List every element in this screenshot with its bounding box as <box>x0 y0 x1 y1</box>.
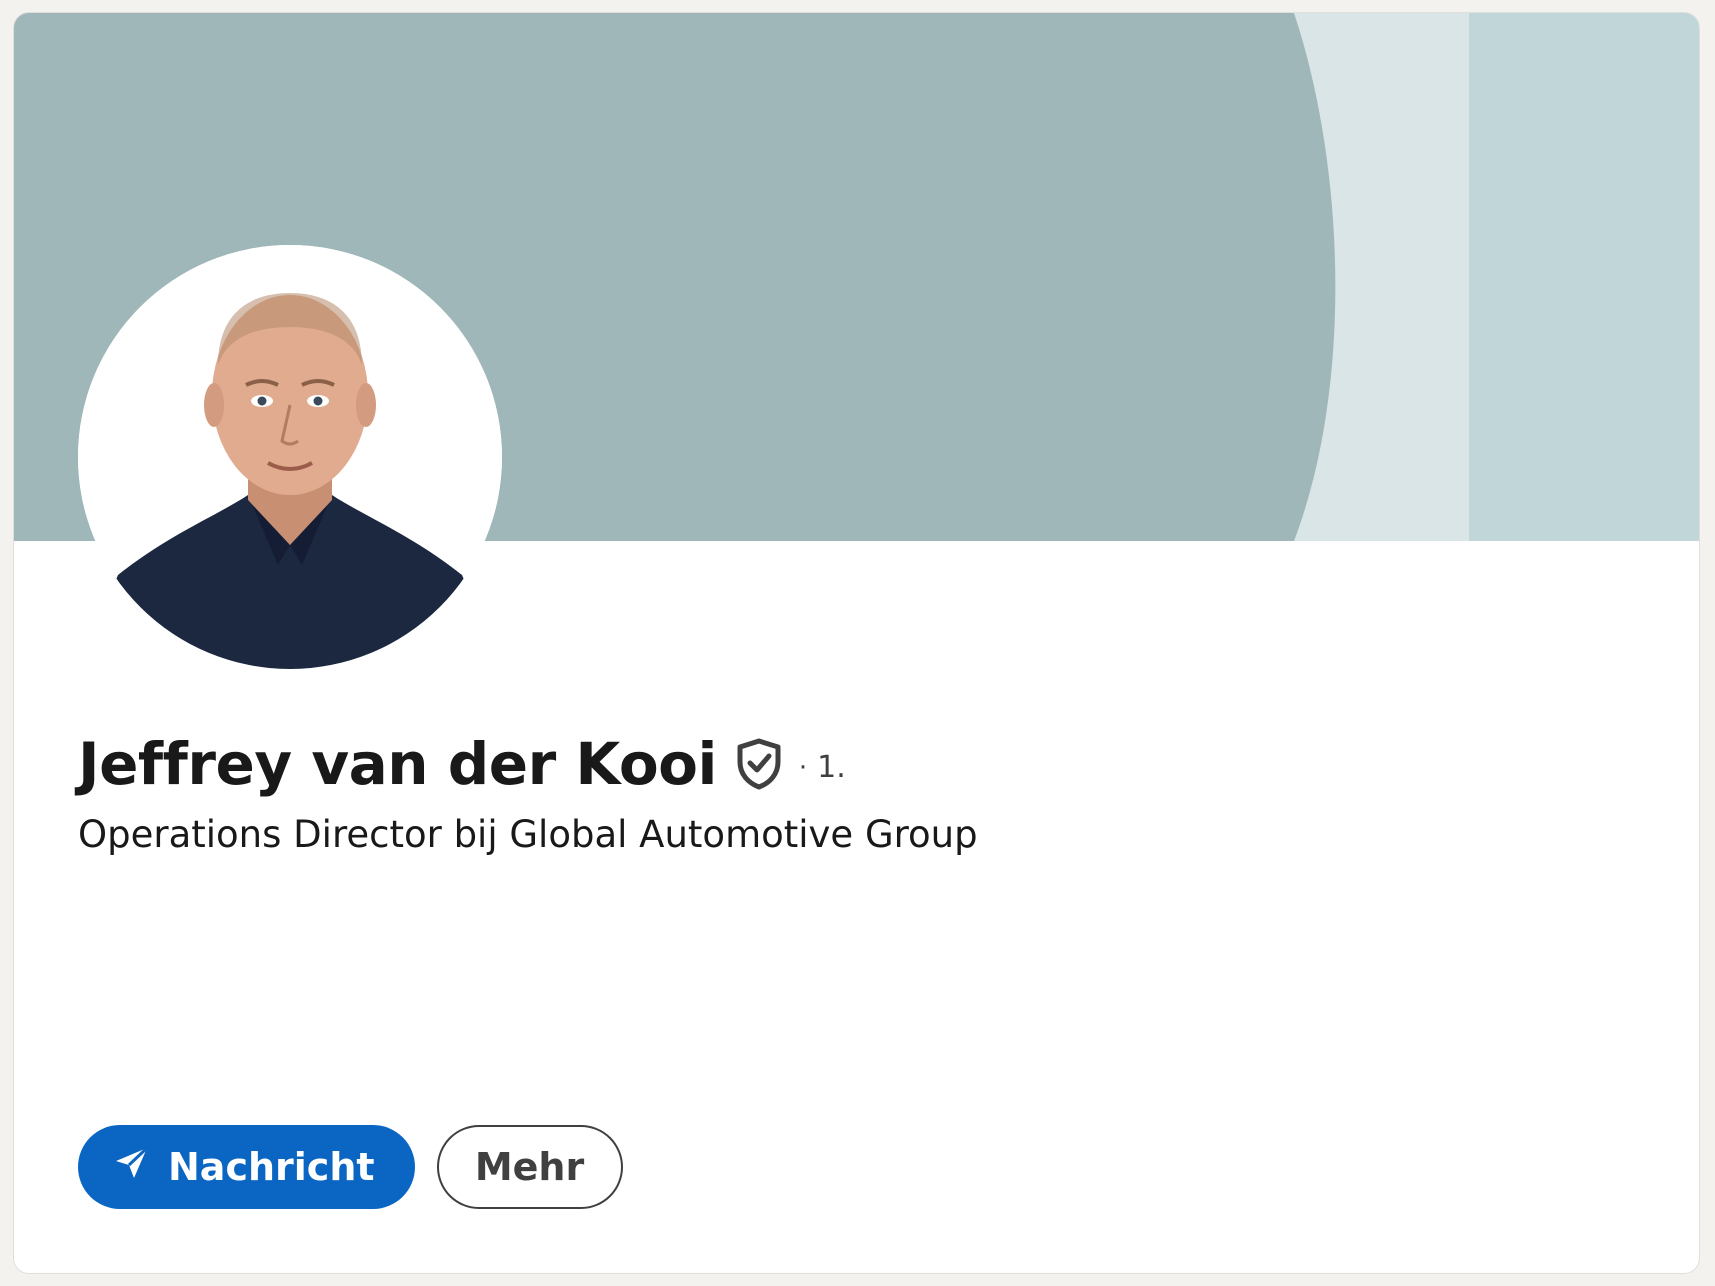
message-button-label: Nachricht <box>168 1145 375 1189</box>
message-button[interactable]: Nachricht <box>78 1125 415 1209</box>
degree-separator: · <box>798 753 808 783</box>
profile-actions: Nachricht Mehr <box>78 1125 623 1209</box>
profile-name-row: Jeffrey van der Kooi · 1. <box>78 735 846 793</box>
profile-card: Jeffrey van der Kooi · 1. Operations Dir… <box>13 12 1700 1274</box>
shield-check-icon[interactable] <box>735 738 783 790</box>
profile-headline: Operations Director bij Global Automotiv… <box>78 813 978 856</box>
connection-degree-value: 1. <box>817 750 846 785</box>
connection-degree: · 1. <box>799 753 846 783</box>
profile-photo <box>78 245 502 669</box>
send-icon <box>114 1145 150 1190</box>
more-button-label: Mehr <box>474 1145 585 1189</box>
more-button[interactable]: Mehr <box>436 1125 623 1209</box>
profile-avatar[interactable] <box>78 245 502 669</box>
profile-name: Jeffrey van der Kooi <box>78 730 717 798</box>
